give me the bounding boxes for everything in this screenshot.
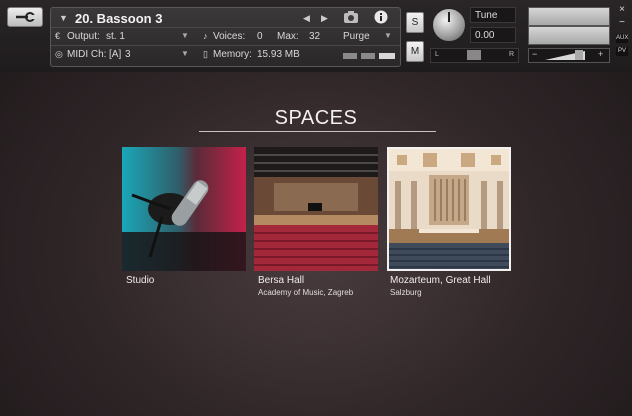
- volume-down-icon[interactable]: −: [532, 49, 537, 59]
- space-name-bersa-hall[interactable]: Bersa Hall: [258, 275, 304, 286]
- prev-instrument-icon[interactable]: ◀: [303, 13, 310, 24]
- voices-icon: ♪: [203, 31, 208, 41]
- voices-value: 0: [257, 31, 263, 42]
- mozarteum-image: [389, 149, 509, 269]
- pan-right-label: R: [509, 51, 515, 58]
- space-name-studio[interactable]: Studio: [126, 275, 154, 286]
- output-icon: €: [55, 31, 61, 41]
- pan-slider[interactable]: L R: [430, 48, 519, 63]
- midi-channel-dropdown[interactable]: 3: [125, 49, 131, 60]
- pan-handle[interactable]: [467, 50, 481, 60]
- output-dropdown[interactable]: st. 1: [106, 31, 125, 42]
- volume-up-icon[interactable]: +: [598, 49, 603, 59]
- purge-meter: [343, 51, 395, 62]
- wrench-icon[interactable]: [7, 7, 43, 27]
- aux-button[interactable]: AUX: [616, 34, 628, 43]
- purge-dropdown-arrow-icon[interactable]: ▼: [384, 31, 392, 40]
- level-meter-left: [528, 7, 610, 26]
- minimize-icon[interactable]: −: [616, 18, 628, 28]
- close-icon[interactable]: ×: [616, 5, 628, 15]
- volume-handle[interactable]: [575, 50, 583, 60]
- output-label: Output:: [67, 31, 100, 42]
- page-title: SPACES: [274, 107, 358, 129]
- memory-label: Memory:: [213, 49, 252, 60]
- purge-dropdown[interactable]: Purge: [343, 31, 370, 42]
- space-location-bersa-hall: Academy of Music, Zagreb: [258, 288, 354, 297]
- studio-image: [122, 147, 246, 271]
- midi-icon: ◎: [55, 49, 63, 59]
- instrument-header: ▼ 20. Bassoon 3 ◀ ▶ € Output: st. 1 ▼ ♪ …: [0, 0, 632, 72]
- midi-channel-label: MIDI Ch:: [67, 49, 107, 60]
- title-divider: [199, 131, 436, 132]
- instrument-info-panel: ▼ 20. Bassoon 3 ◀ ▶ € Output: st. 1 ▼ ♪ …: [50, 7, 401, 67]
- space-location-mozarteum: Salzburg: [390, 288, 422, 297]
- max-label: Max:: [277, 31, 299, 42]
- level-meter-right: [528, 26, 610, 45]
- instrument-name[interactable]: 20. Bassoon 3: [75, 11, 162, 26]
- pv-button[interactable]: PV: [616, 47, 628, 56]
- space-name-mozarteum[interactable]: Mozarteum, Great Hall: [390, 275, 491, 286]
- kontakt-instrument-window: { "header": { "instrument_name": "20. Ba…: [0, 0, 632, 416]
- midi-dropdown-arrow-icon[interactable]: ▼: [181, 49, 189, 58]
- max-voices-value[interactable]: 32: [309, 31, 320, 42]
- space-card-studio[interactable]: [122, 147, 246, 271]
- voices-label: Voices:: [213, 31, 246, 42]
- mute-button[interactable]: M: [406, 41, 424, 62]
- tune-value[interactable]: 0.00: [470, 27, 516, 43]
- midi-port-value[interactable]: [A]: [109, 49, 121, 60]
- memory-value: 15.93 MB: [257, 49, 300, 60]
- collapse-arrow-icon[interactable]: ▼: [59, 13, 68, 23]
- next-instrument-icon[interactable]: ▶: [321, 13, 328, 24]
- space-card-bersa-hall[interactable]: [254, 147, 378, 271]
- solo-button[interactable]: S: [406, 12, 424, 33]
- space-card-mozarteum[interactable]: [387, 147, 511, 271]
- tune-label: Tune: [470, 7, 516, 23]
- output-dropdown-arrow-icon[interactable]: ▼: [181, 31, 189, 40]
- volume-slider[interactable]: − +: [528, 48, 610, 63]
- memory-icon: ▯: [203, 49, 208, 59]
- pan-left-label: L: [435, 51, 439, 58]
- bersa-hall-image: [254, 147, 378, 271]
- tune-knob[interactable]: [432, 8, 466, 42]
